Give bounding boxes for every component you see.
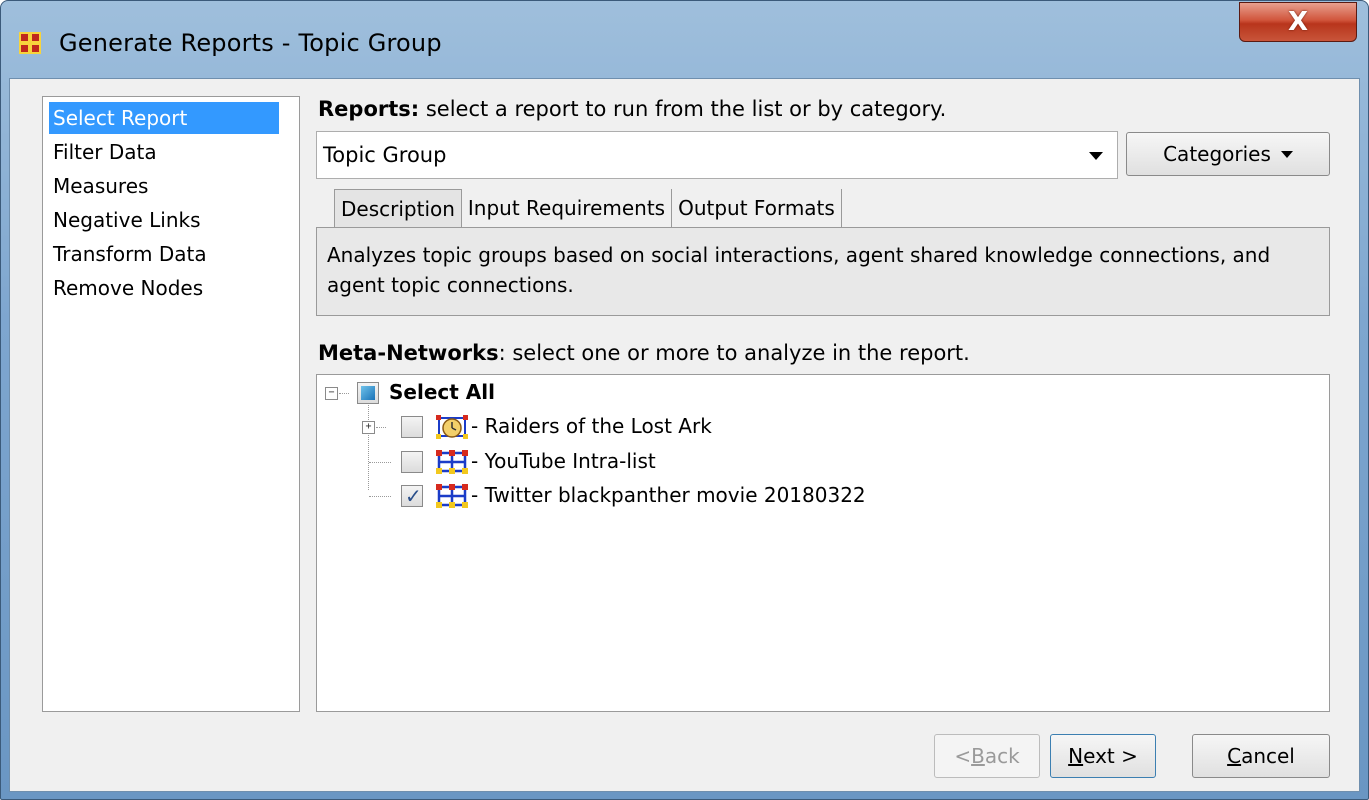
chevron-down-icon bbox=[1089, 152, 1103, 160]
reports-label: Reports: select a report to run from the… bbox=[318, 97, 946, 121]
back-button[interactable]: < Back bbox=[934, 734, 1040, 778]
cancel-rest: ancel bbox=[1241, 744, 1295, 768]
network-label-twitter[interactable]: - Twitter blackpanther movie 20180322 bbox=[471, 483, 866, 507]
network-checkbox-youtube[interactable] bbox=[401, 451, 423, 473]
categories-label: Categories bbox=[1163, 142, 1271, 166]
step-negative-links[interactable]: Negative Links bbox=[49, 204, 205, 236]
report-wizard-window: Generate Reports - Topic Group X Select … bbox=[0, 0, 1369, 800]
tree-connector bbox=[368, 405, 369, 490]
app-icon bbox=[19, 32, 41, 54]
report-info-tabs: Description Input Requirements Output Fo… bbox=[334, 189, 842, 227]
network-graph-icon bbox=[436, 450, 468, 474]
report-select-value: Topic Group bbox=[323, 143, 447, 167]
next-button[interactable]: Next > bbox=[1050, 734, 1156, 778]
caret-down-icon bbox=[1280, 150, 1293, 158]
tab-input-requirements[interactable]: Input Requirements bbox=[462, 189, 673, 227]
report-select[interactable]: Topic Group bbox=[316, 131, 1118, 179]
select-all-label: Select All bbox=[389, 380, 495, 404]
back-mnemonic: B bbox=[971, 744, 985, 768]
dynamic-network-clock-icon bbox=[436, 415, 468, 439]
select-all-checkbox[interactable] bbox=[357, 382, 379, 404]
step-select-report[interactable]: Select Report bbox=[49, 102, 279, 134]
tree-connector bbox=[369, 462, 391, 463]
tab-output-formats[interactable]: Output Formats bbox=[672, 189, 842, 227]
network-graph-icon bbox=[436, 484, 468, 508]
next-rest: ext > bbox=[1083, 744, 1138, 768]
network-checkbox-raiders[interactable] bbox=[401, 416, 423, 438]
tab-description[interactable]: Description bbox=[334, 189, 462, 227]
tree-connector bbox=[376, 427, 386, 428]
report-description: Analyzes topic groups based on social in… bbox=[327, 243, 1271, 297]
network-label-raiders[interactable]: - Raiders of the Lost Ark bbox=[471, 414, 712, 438]
tree-connector bbox=[339, 393, 349, 394]
cancel-button[interactable]: Cancel bbox=[1192, 734, 1330, 778]
close-button[interactable]: X bbox=[1239, 2, 1357, 42]
next-mnemonic: N bbox=[1068, 744, 1084, 768]
collapse-icon[interactable]: − bbox=[325, 387, 338, 400]
network-label-youtube[interactable]: - YouTube Intra-list bbox=[471, 449, 656, 473]
meta-network-tree: − Select All + - Raiders of the Lost Ark… bbox=[316, 374, 1330, 712]
categories-button[interactable]: Categories bbox=[1126, 132, 1330, 176]
meta-networks-label-bold: Meta-Networks bbox=[318, 341, 499, 365]
network-checkbox-twitter[interactable]: ✓ bbox=[401, 484, 423, 508]
tree-connector bbox=[369, 496, 391, 497]
cancel-mnemonic: C bbox=[1227, 744, 1242, 768]
step-filter-data[interactable]: Filter Data bbox=[49, 136, 161, 168]
expand-icon[interactable]: + bbox=[362, 421, 375, 434]
meta-networks-label: Meta-Networks: select one or more to ana… bbox=[318, 341, 970, 365]
back-rest: ack bbox=[984, 744, 1020, 768]
step-measures[interactable]: Measures bbox=[49, 170, 152, 202]
meta-networks-label-rest: : select one or more to analyze in the r… bbox=[498, 341, 970, 365]
step-remove-nodes[interactable]: Remove Nodes bbox=[49, 272, 207, 304]
back-prefix: < bbox=[954, 744, 972, 768]
close-icon: X bbox=[1287, 7, 1309, 37]
step-transform-data[interactable]: Transform Data bbox=[49, 238, 211, 270]
wizard-step-list: Select Report Filter Data Measures Negat… bbox=[42, 96, 300, 712]
dialog-content: Select Report Filter Data Measures Negat… bbox=[9, 78, 1360, 792]
description-panel: Analyzes topic groups based on social in… bbox=[316, 227, 1330, 316]
reports-label-rest: select a report to run from the list or … bbox=[419, 97, 947, 121]
reports-label-bold: Reports: bbox=[318, 97, 420, 121]
title-bar[interactable]: Generate Reports - Topic Group X bbox=[1, 1, 1368, 77]
window-title: Generate Reports - Topic Group bbox=[59, 29, 442, 57]
checkmark-icon: ✓ bbox=[405, 484, 422, 508]
